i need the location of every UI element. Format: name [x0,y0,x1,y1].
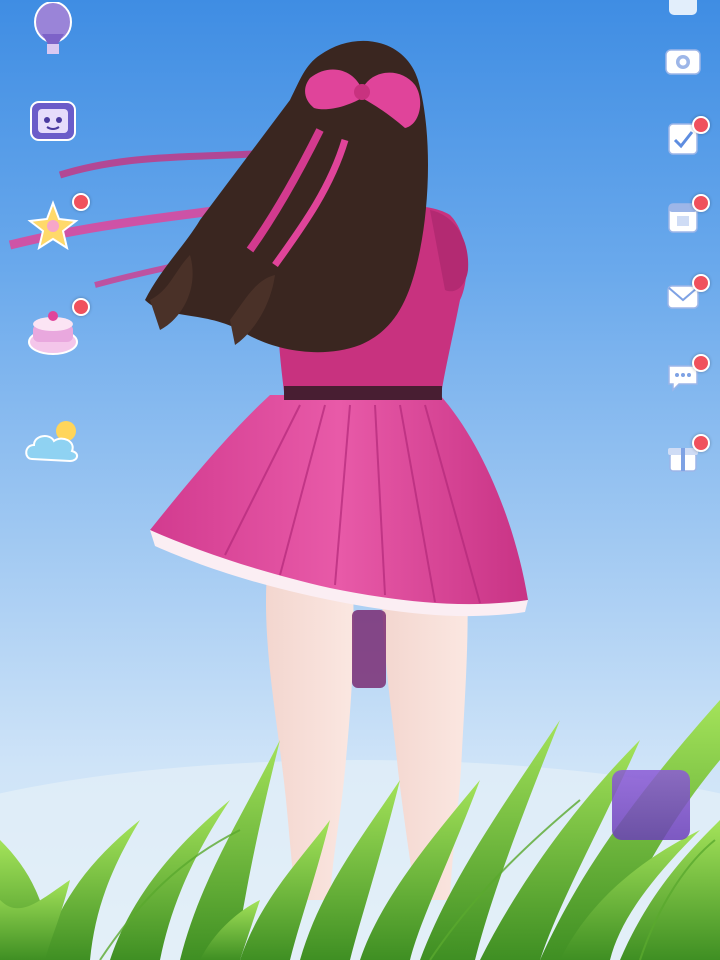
skirt [150,395,528,608]
chat-button[interactable] [658,354,710,400]
mail-badge [692,274,710,292]
calendar-icon [662,194,710,238]
camera-button[interactable] [658,40,708,84]
hot-air-balloon-icon [22,0,84,62]
checklist-badge [692,116,710,134]
bag [352,610,386,688]
mail-icon [662,274,710,318]
cloud-sun-icon [22,412,84,474]
tv-robot-icon [22,90,84,152]
mail-button[interactable] [658,274,710,320]
cake-icon [22,298,90,362]
cake-button[interactable] [8,298,98,364]
cake-badge [72,298,90,316]
balloon-button[interactable] [8,0,98,64]
gift-button[interactable] [658,434,710,480]
tv-button[interactable] [8,90,98,154]
right-button-1[interactable] [658,0,708,26]
calendar-button[interactable] [658,194,710,240]
fairy-badge [72,193,90,211]
checklist-button[interactable] [658,116,710,162]
camera-icon [662,40,704,82]
purple-panel-tab[interactable] [612,770,690,840]
menu-icon [662,0,704,24]
gift-icon [662,434,710,478]
cloud-button[interactable] [8,412,98,476]
belt [284,386,442,400]
calendar-badge [692,194,710,212]
gift-badge [692,434,710,452]
fairy-button[interactable] [8,193,98,259]
chat-badge [692,354,710,372]
chat-icon [662,354,710,398]
checklist-icon [662,116,710,160]
fairy-icon [22,193,90,257]
game-scene [0,0,720,960]
